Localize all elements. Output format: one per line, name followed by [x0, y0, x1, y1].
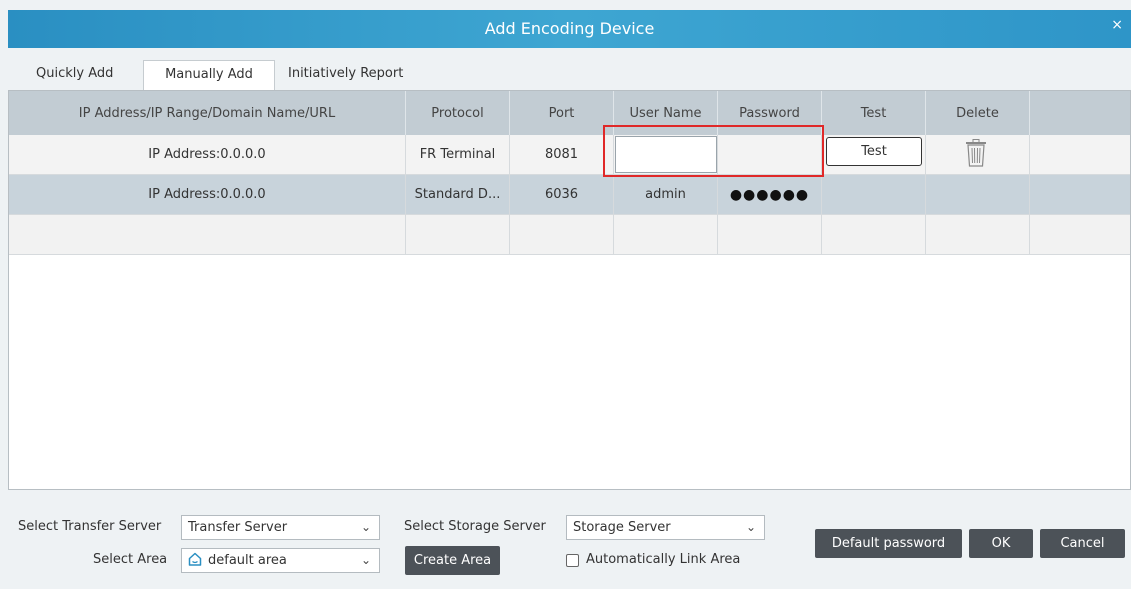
port-cell[interactable]: 6036: [510, 175, 614, 214]
table-header: IP Address/IP Range/Domain Name/URL Prot…: [9, 91, 1130, 135]
tab-bar: Quickly Add Manually Add Initiatively Re…: [8, 48, 1131, 90]
storage-server-select[interactable]: Storage Server ⌄: [566, 515, 765, 540]
chevron-down-icon: ⌄: [360, 553, 371, 567]
header-username: User Name: [614, 91, 718, 135]
port-cell[interactable]: [510, 215, 614, 254]
transfer-server-label: Select Transfer Server: [18, 519, 162, 534]
tab-quickly-add[interactable]: Quickly Add: [30, 60, 119, 90]
chevron-down-icon: ⌄: [745, 520, 756, 534]
header-port: Port: [510, 91, 614, 135]
transfer-server-value: Transfer Server: [188, 520, 288, 535]
cancel-button[interactable]: Cancel: [1040, 529, 1125, 558]
header-delete: Delete: [926, 91, 1030, 135]
address-cell[interactable]: [9, 215, 406, 254]
area-select[interactable]: default area ⌄: [181, 548, 380, 573]
port-cell[interactable]: 8081: [510, 135, 614, 174]
password-masked: ●●●●●●: [729, 186, 810, 203]
chevron-down-icon: ⌄: [360, 520, 371, 534]
dialog-title: Add Encoding Device: [484, 19, 655, 38]
title-bar: Add Encoding Device ×: [8, 10, 1131, 48]
tab-manually-add[interactable]: Manually Add: [143, 60, 275, 90]
extra-cell: [1030, 135, 1131, 174]
address-cell: IP Address:0.0.0.0: [9, 175, 406, 214]
extra-cell: [1030, 175, 1131, 214]
password-cell[interactable]: [718, 135, 822, 174]
transfer-server-select[interactable]: Transfer Server ⌄: [181, 515, 380, 540]
address-cell: IP Address:0.0.0.0: [9, 135, 406, 174]
device-table: IP Address/IP Range/Domain Name/URL Prot…: [8, 90, 1131, 490]
home-icon: [188, 552, 202, 566]
storage-server-label: Select Storage Server: [404, 519, 546, 534]
auto-link-area-checkbox[interactable]: [566, 554, 579, 567]
password-cell[interactable]: [718, 215, 822, 254]
create-area-button[interactable]: Create Area: [405, 546, 500, 575]
test-button[interactable]: Test: [826, 137, 922, 166]
header-address: IP Address/IP Range/Domain Name/URL: [9, 91, 406, 135]
extra-cell: [1030, 215, 1131, 254]
tab-initiatively-report[interactable]: Initiatively Report: [282, 60, 409, 90]
header-extra: [1030, 91, 1131, 135]
ok-button[interactable]: OK: [969, 529, 1033, 558]
protocol-cell[interactable]: [406, 215, 510, 254]
password-cell[interactable]: ●●●●●●: [718, 175, 822, 214]
username-cell[interactable]: admin: [614, 175, 718, 214]
delete-cell: [926, 215, 1030, 254]
username-cell[interactable]: [614, 215, 718, 254]
default-password-button[interactable]: Default password: [815, 529, 962, 558]
table-row[interactable]: [9, 215, 1130, 255]
area-value: default area: [208, 553, 287, 568]
storage-server-value: Storage Server: [573, 520, 671, 535]
test-cell: [822, 215, 926, 254]
table-row[interactable]: IP Address:0.0.0.0 FR Terminal 8081: [9, 135, 1130, 175]
close-icon[interactable]: ×: [1111, 10, 1123, 40]
auto-link-area-label: Automatically Link Area: [586, 552, 741, 567]
delete-cell: [926, 175, 1030, 214]
area-label: Select Area: [93, 552, 168, 567]
username-input[interactable]: [615, 136, 717, 173]
add-encoding-device-dialog: Add Encoding Device × Quickly Add Manual…: [0, 0, 1131, 589]
header-password: Password: [718, 91, 822, 135]
header-test: Test: [822, 91, 926, 135]
table-row[interactable]: IP Address:0.0.0.0 Standard D... 6036 ad…: [9, 175, 1130, 215]
trash-icon[interactable]: [965, 139, 987, 167]
header-protocol: Protocol: [406, 91, 510, 135]
protocol-cell[interactable]: FR Terminal: [406, 135, 510, 174]
protocol-cell[interactable]: Standard D...: [406, 175, 510, 214]
footer: Select Transfer Server Transfer Server ⌄…: [8, 490, 1131, 589]
test-cell: [822, 175, 926, 214]
